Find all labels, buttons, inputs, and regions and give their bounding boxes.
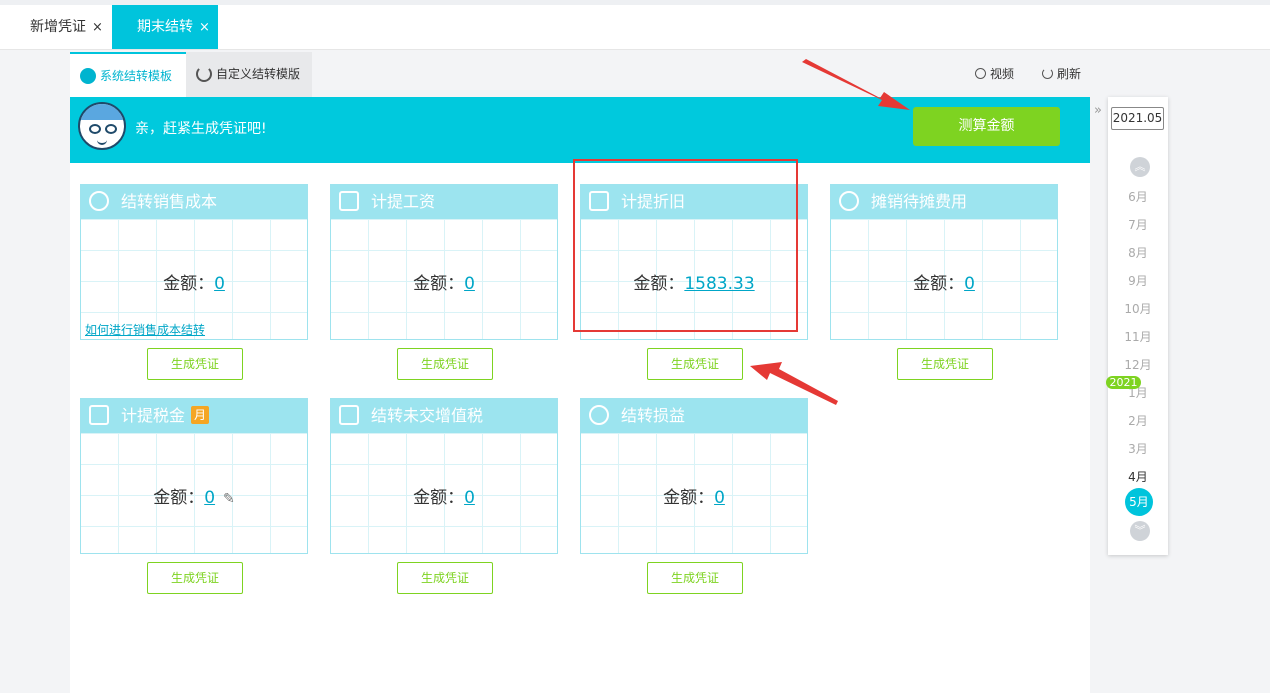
annotation-arrows: [0, 0, 1270, 693]
annotation-arrow: [750, 362, 838, 405]
annotation-arrow: [802, 59, 910, 110]
